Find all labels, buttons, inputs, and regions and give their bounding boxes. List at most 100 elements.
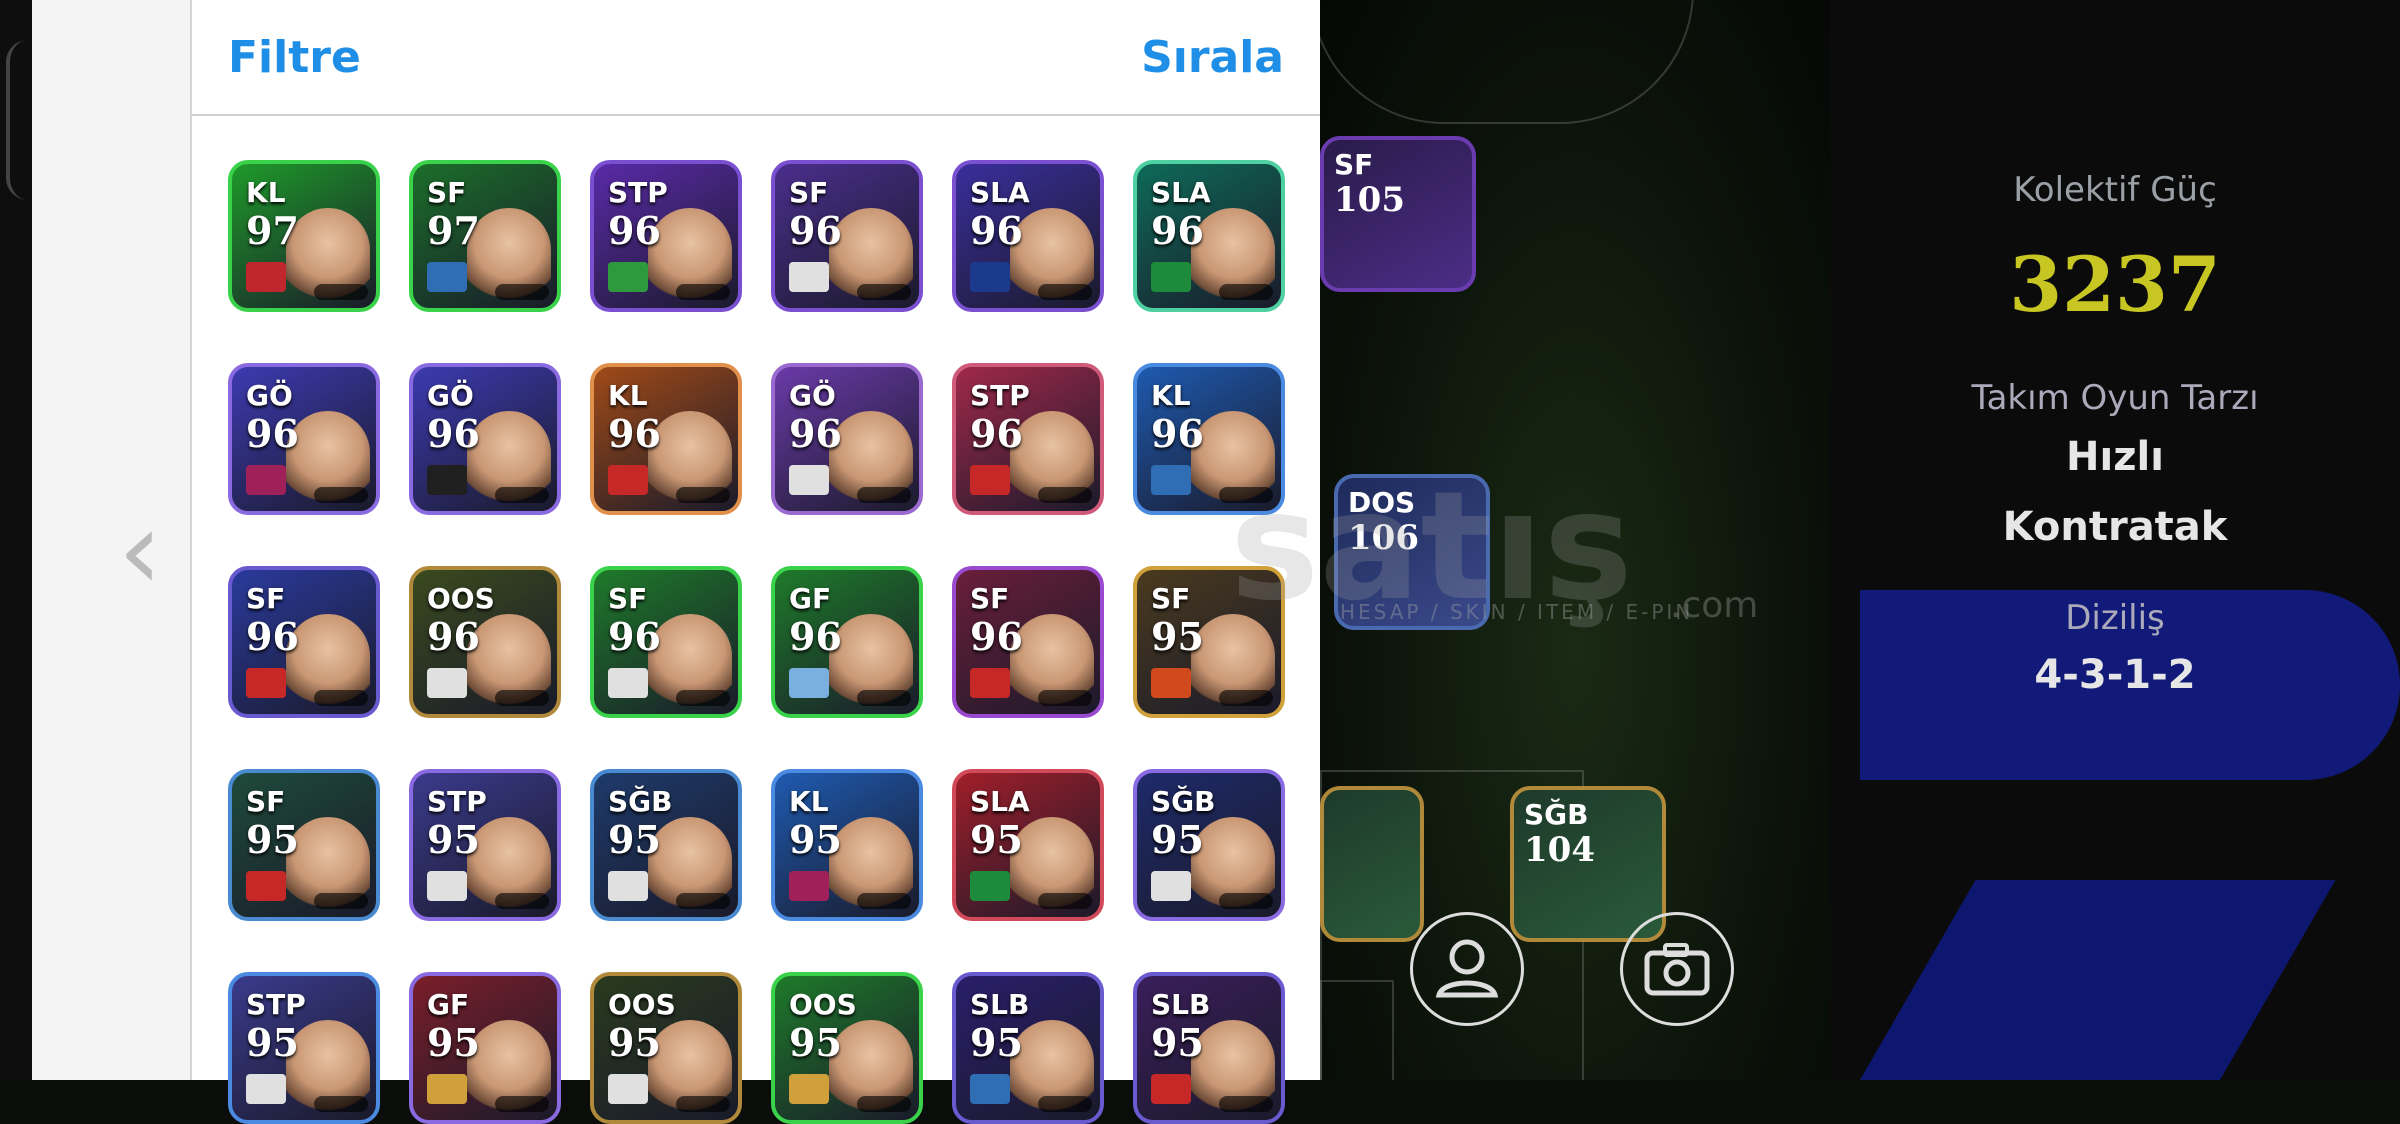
- skill-indicator: [857, 1096, 911, 1112]
- card-rating: 96: [970, 614, 1023, 659]
- field-player-card[interactable]: SF 105: [1320, 136, 1476, 292]
- card-rating: 105: [1334, 180, 1405, 220]
- player-card[interactable]: SĞB 95: [590, 769, 742, 921]
- collective-power-label: Kolektif Güç: [2013, 170, 2217, 210]
- player-card[interactable]: SLA 96: [952, 160, 1104, 312]
- card-position: GÖ: [246, 379, 293, 412]
- card-rating: 96: [1151, 208, 1204, 253]
- club-badge-icon: [789, 871, 829, 901]
- skill-indicator: [495, 690, 549, 706]
- skill-indicator: [1038, 893, 1092, 909]
- pitch-line: [1320, 980, 1394, 1080]
- player-card[interactable]: OOS 95: [771, 972, 923, 1124]
- club-badge-icon: [608, 871, 648, 901]
- card-position: SF: [970, 582, 1010, 615]
- player-card[interactable]: STP 96: [952, 363, 1104, 515]
- card-position: SLA: [970, 176, 1030, 209]
- card-rating: 95: [1151, 1020, 1204, 1065]
- player-card[interactable]: SLA 96: [1133, 160, 1285, 312]
- card-rating: 96: [608, 614, 661, 659]
- person-icon[interactable]: [1410, 912, 1524, 1026]
- skill-indicator: [676, 284, 730, 300]
- card-position: SF: [246, 582, 286, 615]
- player-card[interactable]: KL 97: [228, 160, 380, 312]
- player-card[interactable]: KL 96: [590, 363, 742, 515]
- card-position: STP: [970, 379, 1030, 412]
- player-list-panel: Filtre Sırala KL 97 SF 97 STP 96 SF 96 SLA 96 SLA 9…: [190, 0, 1322, 1124]
- card-position: GF: [789, 582, 832, 615]
- player-card[interactable]: SF 97: [409, 160, 561, 312]
- card-rating: 96: [246, 614, 299, 659]
- skill-indicator: [676, 893, 730, 909]
- club-badge-icon: [427, 262, 467, 292]
- play-style-label: Takım Oyun Tarzı: [1971, 378, 2259, 418]
- card-rating: 96: [246, 411, 299, 456]
- player-card[interactable]: STP 96: [590, 160, 742, 312]
- player-card[interactable]: SF 96: [590, 566, 742, 718]
- player-card[interactable]: OOS 95: [590, 972, 742, 1124]
- card-position: GÖ: [789, 379, 836, 412]
- card-rating: 95: [789, 1020, 842, 1065]
- field-player-card[interactable]: [1320, 786, 1424, 942]
- card-rating: 97: [427, 208, 480, 253]
- card-position: KL: [789, 785, 829, 818]
- player-card[interactable]: GÖ 96: [409, 363, 561, 515]
- formation-value[interactable]: 4-3-1-2: [1830, 652, 2400, 698]
- card-position: KL: [246, 176, 286, 209]
- card-rating: 96: [427, 411, 480, 456]
- card-position: SLB: [970, 988, 1030, 1021]
- card-position: SF: [427, 176, 467, 209]
- card-rating: 95: [427, 817, 480, 862]
- player-card[interactable]: SLB 95: [952, 972, 1104, 1124]
- card-position: SF: [608, 582, 648, 615]
- player-card[interactable]: OOS 96: [409, 566, 561, 718]
- player-card[interactable]: GÖ 96: [228, 363, 380, 515]
- skill-indicator: [857, 893, 911, 909]
- player-card[interactable]: GF 95: [409, 972, 561, 1124]
- card-rating: 95: [1151, 817, 1204, 862]
- club-badge-icon: [970, 668, 1010, 698]
- player-card[interactable]: SLB 95: [1133, 972, 1285, 1124]
- skill-indicator: [495, 893, 549, 909]
- club-badge-icon: [970, 871, 1010, 901]
- card-position: SF: [1151, 582, 1191, 615]
- player-card[interactable]: SLA 95: [952, 769, 1104, 921]
- player-card[interactable]: KL 95: [771, 769, 923, 921]
- club-badge-icon: [427, 668, 467, 698]
- player-card[interactable]: GF 96: [771, 566, 923, 718]
- card-rating: 96: [427, 614, 480, 659]
- card-position: SF: [246, 785, 286, 818]
- chevron-left-icon[interactable]: ‹: [118, 495, 178, 605]
- skill-indicator: [495, 1096, 549, 1112]
- skill-indicator: [1219, 284, 1273, 300]
- filter-button[interactable]: Filtre: [228, 32, 361, 83]
- formation-label: Diziliş: [2065, 598, 2165, 638]
- player-card[interactable]: SF 95: [228, 769, 380, 921]
- camera-icon[interactable]: [1620, 912, 1734, 1026]
- watermark-suffix: .com: [1670, 585, 1759, 626]
- skill-indicator: [857, 690, 911, 706]
- skill-indicator: [314, 893, 368, 909]
- card-position: SĞB: [1151, 785, 1216, 818]
- card-position: KL: [1151, 379, 1191, 412]
- club-badge-icon: [970, 465, 1010, 495]
- skill-indicator: [857, 487, 911, 503]
- sort-button[interactable]: Sırala: [1141, 32, 1284, 83]
- player-card[interactable]: SF 96: [228, 566, 380, 718]
- card-position: KL: [608, 379, 648, 412]
- player-card[interactable]: SĞB 95: [1133, 769, 1285, 921]
- player-card[interactable]: GÖ 96: [771, 363, 923, 515]
- player-card[interactable]: SF 96: [771, 160, 923, 312]
- player-card[interactable]: SF 96: [952, 566, 1104, 718]
- card-position: SLA: [1151, 176, 1211, 209]
- club-badge-icon: [1151, 668, 1191, 698]
- card-rating: 96: [789, 411, 842, 456]
- club-badge-icon: [427, 465, 467, 495]
- card-rating: 95: [970, 1020, 1023, 1065]
- skill-indicator: [676, 690, 730, 706]
- skill-indicator: [314, 690, 368, 706]
- player-card[interactable]: STP 95: [409, 769, 561, 921]
- player-card[interactable]: STP 95: [228, 972, 380, 1124]
- watermark-tagline: HESAP / SKIN / ITEM / E-PIN: [1340, 600, 1694, 624]
- card-rating: 95: [608, 817, 661, 862]
